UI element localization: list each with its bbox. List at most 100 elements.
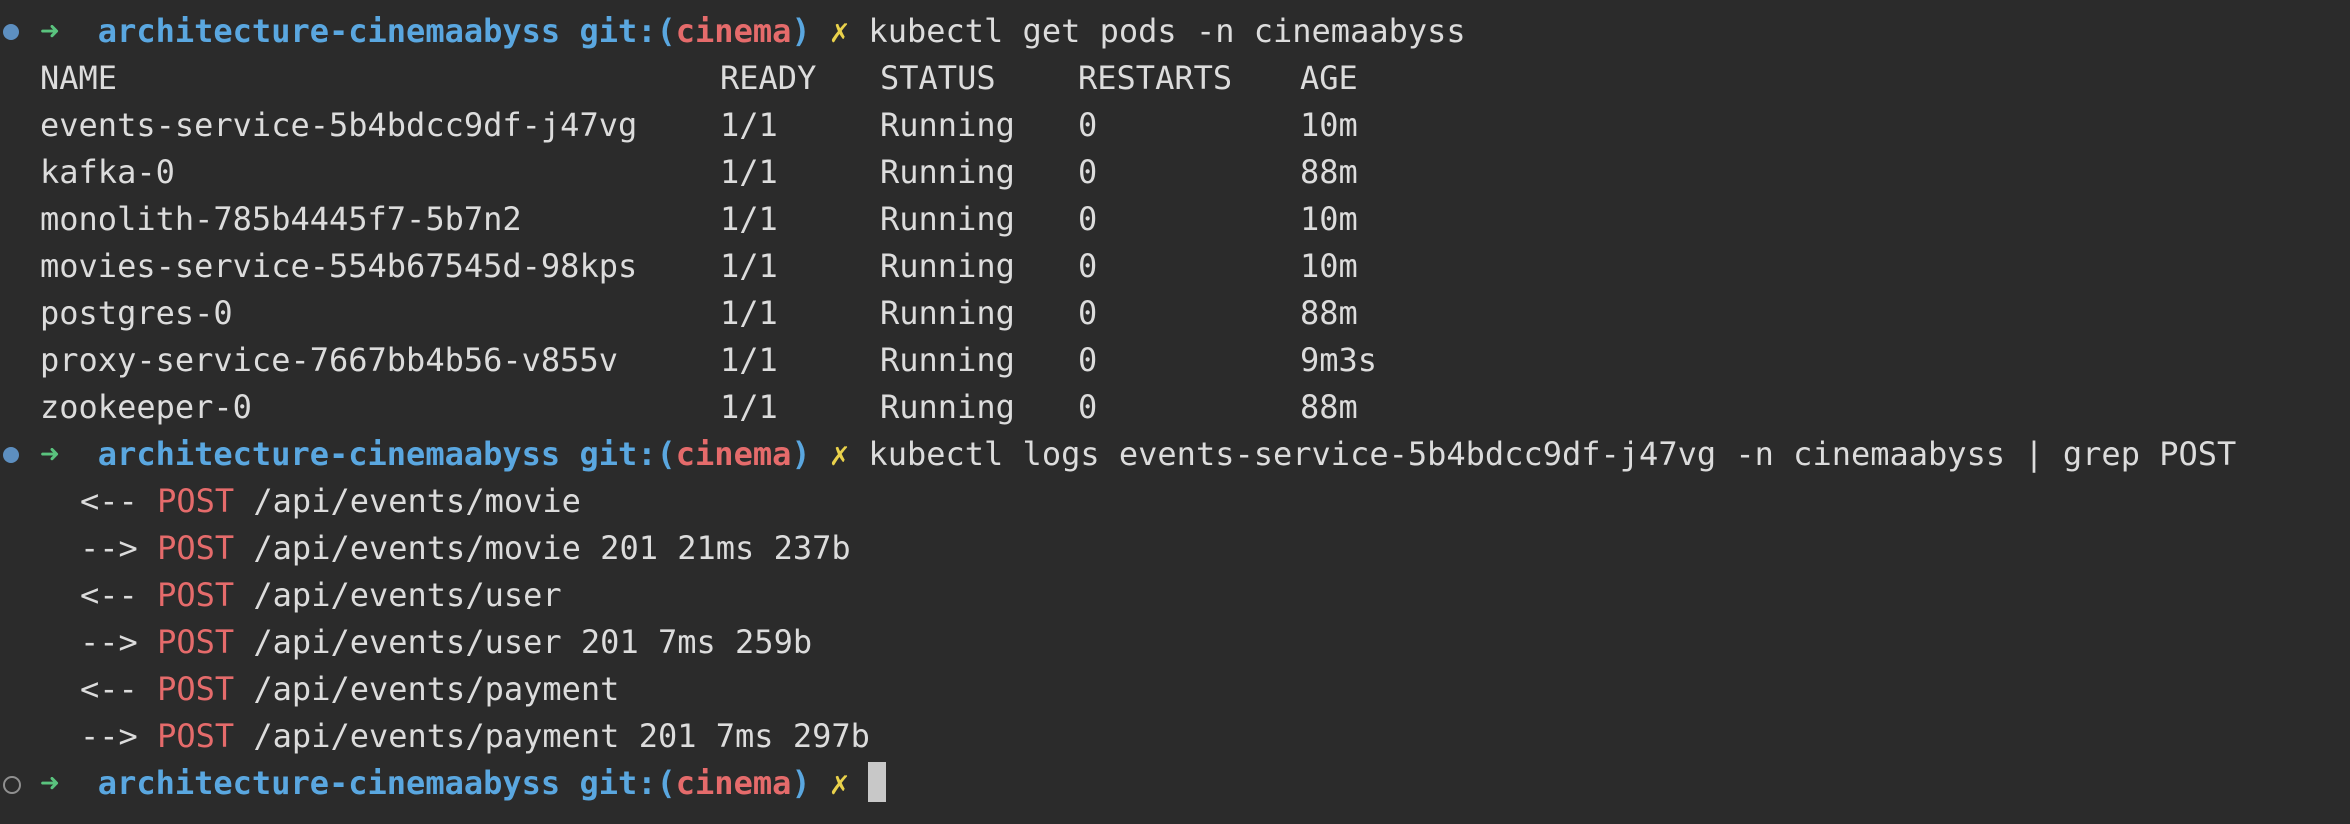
prompt-dirty-icon: ✗ (829, 435, 850, 473)
terminal-window[interactable]: ➜ architecture-cinemaabyss git:(cinema) … (0, 0, 2350, 824)
log-path: /api/events/user (234, 576, 562, 614)
pod-restarts: 0 (1078, 388, 1098, 426)
command-text: kubectl get pods -n cinemaabyss (868, 12, 1466, 50)
prompt-git-close: ) (791, 12, 811, 50)
pod-ready: 1/1 (720, 341, 778, 379)
log-direction: <-- (80, 482, 138, 520)
prompt-git-close: ) (791, 435, 811, 473)
prompt-branch: cinema (675, 435, 792, 473)
table-row: proxy-service-7667bb4b56-v855v 1/1 Runni… (40, 337, 1377, 384)
prompt-arrow-icon: ➜ (40, 764, 60, 802)
log-direction: --> (80, 623, 138, 661)
table-row: zookeeper-0 1/1 Running 0 88m (40, 384, 1358, 431)
pod-restarts: 0 (1078, 341, 1098, 379)
prompt-arrow-icon: ➜ (40, 12, 60, 50)
column-header-name: NAME (40, 59, 118, 97)
log-line: <-- POST /api/events/user (80, 572, 562, 619)
pod-status: Running (880, 200, 1015, 238)
prompt-branch: cinema (675, 764, 792, 802)
pod-restarts: 0 (1078, 200, 1098, 238)
prompt-git-label: git:( (579, 12, 676, 50)
prompt-status-dot (3, 447, 19, 463)
pod-ready: 1/1 (720, 153, 778, 191)
log-direction: <-- (80, 576, 138, 614)
column-header-ready: READY (720, 59, 817, 97)
table-header: NAME READY STATUS RESTARTS AGE (40, 55, 1358, 102)
log-direction: <-- (80, 670, 138, 708)
log-method: POST (157, 670, 235, 708)
log-path: /api/events/user 201 7ms 259b (234, 623, 813, 661)
pod-status: Running (880, 341, 1015, 379)
pod-age: 88m (1300, 294, 1358, 332)
pod-status: Running (880, 294, 1015, 332)
prompt-directory: architecture-cinemaabyss (97, 435, 561, 473)
prompt-git-close: ) (791, 764, 811, 802)
column-header-age: AGE (1300, 59, 1358, 97)
prompt-directory: architecture-cinemaabyss (97, 764, 561, 802)
prompt-branch: cinema (675, 12, 792, 50)
pod-status: Running (880, 247, 1015, 285)
table-row: monolith-785b4445f7-5b7n2 1/1 Running 0 … (40, 196, 1358, 243)
pod-ready: 1/1 (720, 294, 778, 332)
prompt-directory: architecture-cinemaabyss (97, 12, 561, 50)
pod-status: Running (880, 106, 1015, 144)
pod-name: postgres-0 (40, 294, 233, 332)
prompt-dirty-icon: ✗ (829, 12, 850, 50)
pod-name: zookeeper-0 (40, 388, 252, 426)
pod-restarts: 0 (1078, 294, 1098, 332)
log-method: POST (157, 623, 235, 661)
pod-name: events-service-5b4bdcc9df-j47vg (40, 106, 638, 144)
prompt-git-label: git:( (579, 764, 676, 802)
pod-restarts: 0 (1078, 106, 1098, 144)
prompt-status-dot (3, 24, 19, 40)
pod-ready: 1/1 (720, 388, 778, 426)
pod-age: 9m3s (1300, 341, 1378, 379)
log-method: POST (157, 717, 235, 755)
log-path: /api/events/payment 201 7ms 297b (234, 717, 870, 755)
prompt-git-label: git:( (579, 435, 676, 473)
prompt-line-1: ➜ architecture-cinemaabyss git:(cinema) … (40, 8, 1466, 55)
prompt-status-dot-empty (3, 776, 21, 794)
prompt-line-3[interactable]: ➜ architecture-cinemaabyss git:(cinema) … (40, 760, 887, 807)
prompt-line-2: ➜ architecture-cinemaabyss git:(cinema) … (40, 431, 2236, 478)
log-line: --> POST /api/events/payment 201 7ms 297… (80, 713, 870, 760)
column-header-status: STATUS (880, 59, 996, 97)
pod-age: 88m (1300, 388, 1358, 426)
log-direction: --> (80, 529, 138, 567)
log-method: POST (157, 529, 235, 567)
log-line: --> POST /api/events/user 201 7ms 259b (80, 619, 812, 666)
log-line: <-- POST /api/events/payment (80, 666, 619, 713)
log-path: /api/events/movie 201 21ms 237b (234, 529, 851, 567)
pod-age: 10m (1300, 106, 1358, 144)
text-cursor (868, 762, 887, 802)
prompt-arrow-icon: ➜ (40, 435, 60, 473)
log-method: POST (157, 482, 235, 520)
log-line: <-- POST /api/events/movie (80, 478, 581, 525)
pod-name: movies-service-554b67545d-98kps (40, 247, 638, 285)
pod-ready: 1/1 (720, 247, 778, 285)
pod-name: proxy-service-7667bb4b56-v855v (40, 341, 618, 379)
pod-restarts: 0 (1078, 153, 1098, 191)
table-row: events-service-5b4bdcc9df-j47vg 1/1 Runn… (40, 102, 1358, 149)
table-row: postgres-0 1/1 Running 0 88m (40, 290, 1358, 337)
table-row: kafka-0 1/1 Running 0 88m (40, 149, 1358, 196)
pod-age: 10m (1300, 200, 1358, 238)
pod-ready: 1/1 (720, 106, 778, 144)
pod-name: kafka-0 (40, 153, 175, 191)
command-text: kubectl logs events-service-5b4bdcc9df-j… (868, 435, 2237, 473)
prompt-dirty-icon: ✗ (829, 764, 850, 802)
pod-status: Running (880, 153, 1015, 191)
pod-ready: 1/1 (720, 200, 778, 238)
pod-name: monolith-785b4445f7-5b7n2 (40, 200, 522, 238)
pod-restarts: 0 (1078, 247, 1098, 285)
pod-age: 88m (1300, 153, 1358, 191)
log-path: /api/events/payment (234, 670, 620, 708)
log-direction: --> (80, 717, 138, 755)
log-method: POST (157, 576, 235, 614)
pod-status: Running (880, 388, 1015, 426)
pod-age: 10m (1300, 247, 1358, 285)
column-header-restarts: RESTARTS (1078, 59, 1233, 97)
log-path: /api/events/movie (234, 482, 581, 520)
log-line: --> POST /api/events/movie 201 21ms 237b (80, 525, 851, 572)
table-row: movies-service-554b67545d-98kps 1/1 Runn… (40, 243, 1358, 290)
